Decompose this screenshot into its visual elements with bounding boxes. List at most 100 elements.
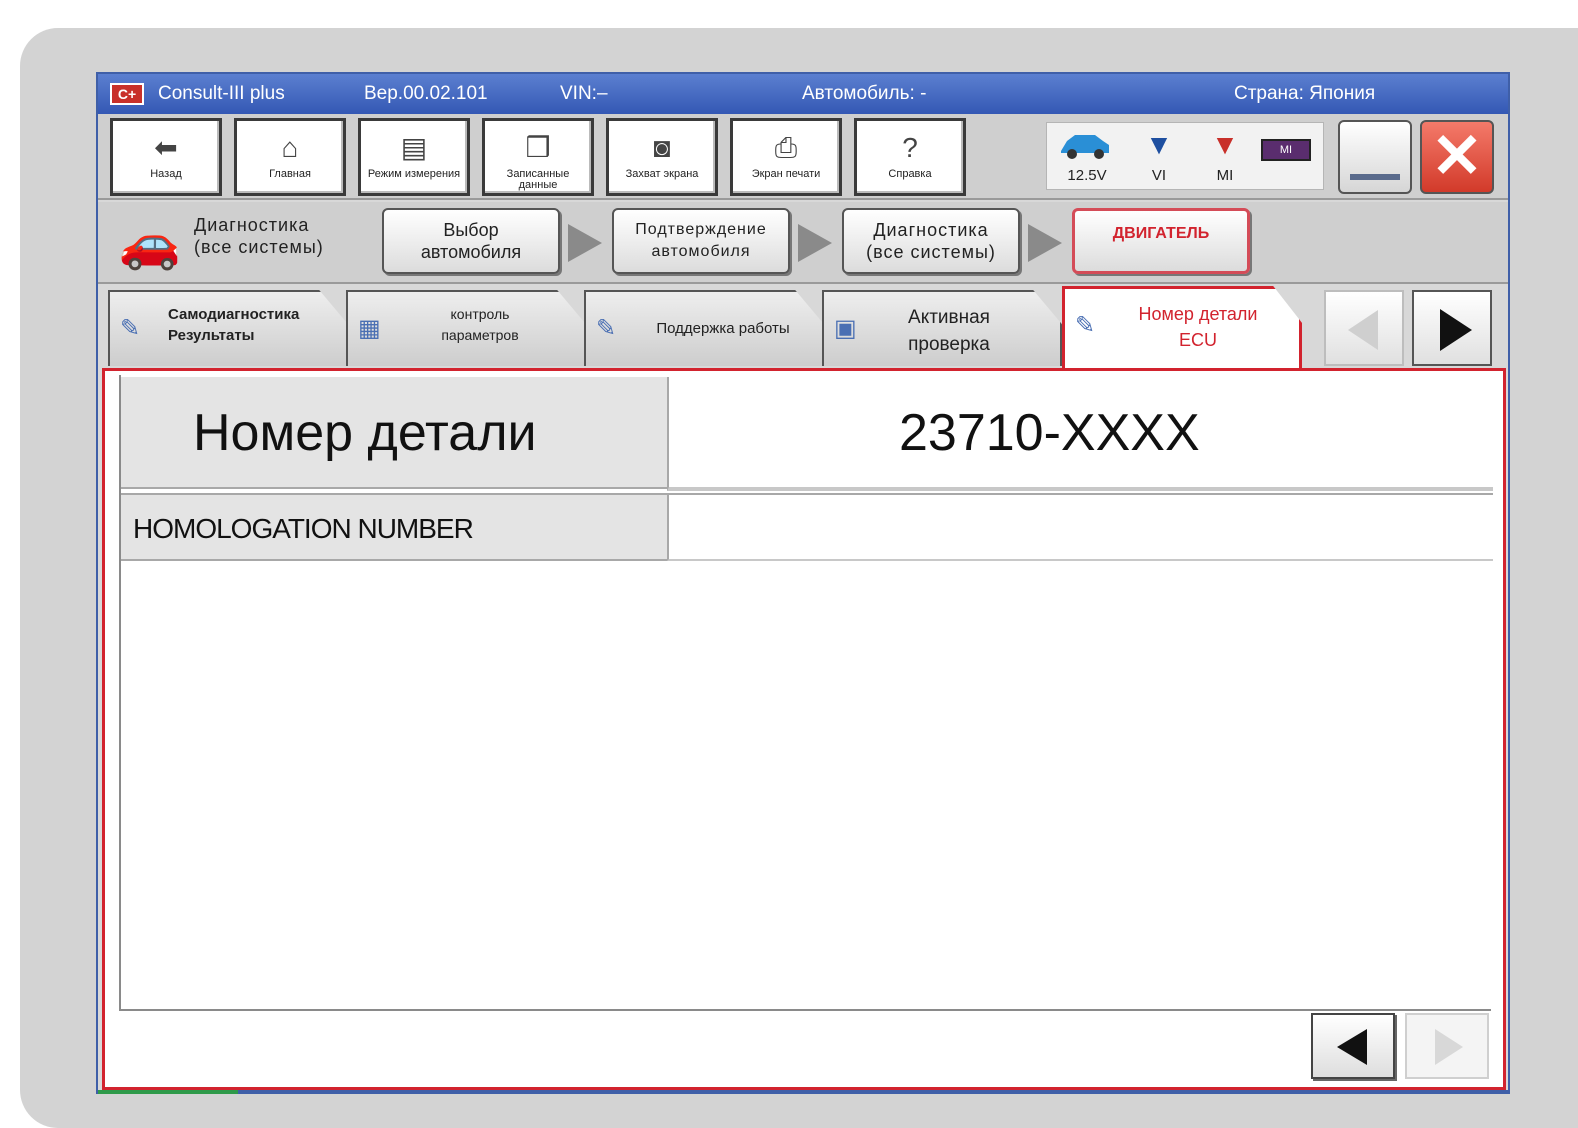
tab-active-test-label: Активная проверка [874,304,1024,358]
all-systems-line1: Диагностика [873,220,989,240]
confirm-vehicle-line1: Подтверждение [635,221,767,238]
breadcrumb-arrow-icon [1028,224,1062,262]
screen-capture-label: Захват экрана [625,168,699,180]
breadcrumb-title: Диагностика (все системы) [194,214,324,258]
minimize-icon [1350,174,1400,180]
printer-icon: ⎙ [774,132,798,163]
back-button-label: Назад [150,168,182,180]
homologation-value [667,493,1493,561]
breadcrumb-arrow-icon [568,224,602,262]
tab-data-monitor-line2: параметров [441,327,519,343]
confirm-vehicle-line2: автомобиля [651,243,751,260]
breadcrumb-title-line1: Диагностика [194,215,310,235]
status-panel: 12.5V ▼ VI ▼ MI MI [1046,122,1324,190]
bottom-status-strip [98,1090,1508,1094]
page-next-button[interactable] [1405,1013,1489,1079]
measurement-mode-label: Режим измерения [367,168,461,180]
bottom-status-indicator [98,1090,238,1094]
tab-data-monitor[interactable]: ▦ контроль параметров [346,290,586,366]
select-vehicle-button[interactable]: Выбор автомобиля [382,208,560,274]
voltage-text: 12.5V [1067,167,1107,184]
screen-capture-button[interactable]: ◙ Захват экрана [606,118,718,196]
measurement-mode-icon: ▤ [400,132,428,163]
tab-work-support-line1: Поддержка работы [656,320,790,337]
back-arrow-icon: ⬅ [154,132,178,163]
minimize-button[interactable] [1338,120,1412,194]
print-screen-button[interactable]: ⎙ Экран печати [730,118,842,196]
tab-data-monitor-line1: контроль [450,306,510,322]
technician-car-icon: 🚗 [118,215,182,271]
tab-work-support[interactable]: ✎ Поддержка работы [584,290,824,366]
tab-self-diagnosis-label: Самодиагностика Результаты [168,304,299,346]
all-systems-diagnosis-button[interactable]: Диагностика (все системы) [842,208,1020,274]
measurement-mode-button[interactable]: ▤ Режим измерения [358,118,470,196]
version-text: Вер.00.02.101 [364,83,488,104]
vehicle-text: Автомобиль: - [802,83,927,104]
self-diagnosis-icon: ✎ [120,315,141,342]
vi-label: VI [1151,167,1167,184]
tab-ecu-part-number-line2: ECU [1178,330,1217,350]
part-number-value: 23710-XXXX [667,377,1493,491]
mi-label: MI [1216,167,1234,184]
recorded-data-button[interactable]: ❒ Записанные данные [482,118,594,196]
print-screen-label: Экран печати [751,168,821,180]
chevron-right-icon [1440,309,1472,351]
close-icon: ✕ [1431,122,1483,191]
confirm-vehicle-button[interactable]: Подтверждение автомобиля [612,208,790,274]
app-logo: C+ [110,83,144,105]
select-vehicle-line2: автомобиля [420,242,522,262]
tabs-scroll-left-button[interactable] [1324,290,1404,366]
vin-text: VIN:– [560,83,608,104]
part-number-table: Номер детали 23710-XXXX HOMOLOGATION NUM… [119,375,1493,1011]
tab-active-test-line2: проверка [908,334,990,355]
work-support-icon: ✎ [596,315,617,342]
back-button[interactable]: ⬅ Назад [110,118,222,196]
app-window: C+ Consult-III plus Вер.00.02.101 VIN:– … [96,72,1510,1094]
vi-signal-icon: ▼ [1145,129,1173,160]
tab-active-test-line1: Активная [908,307,990,328]
mi-signal-icon: ▼ [1211,129,1239,160]
data-monitor-icon: ▦ [358,315,381,342]
active-test-icon: ▣ [834,315,857,342]
battery-icon: MI [1261,139,1311,161]
chevron-left-icon [1348,310,1378,350]
title-bar: C+ Consult-III plus Вер.00.02.101 VIN:– … [98,74,1508,114]
app-name: Consult-III plus [158,83,285,104]
engine-label: ДВИГАТЕЛЬ [1112,225,1210,242]
ecu-part-number-icon: ✎ [1075,312,1096,339]
engine-button[interactable]: ДВИГАТЕЛЬ [1072,208,1250,274]
tab-self-diagnosis[interactable]: ✎ Самодиагностика Результаты [108,290,348,366]
recorded-data-label: Записанные данные [506,168,570,191]
close-button[interactable]: ✕ [1420,120,1494,194]
all-systems-line2: (все системы) [866,242,996,262]
tab-ecu-part-number[interactable]: ✎ Номер детали ECU [1062,286,1302,368]
tab-bar: ✎ Самодиагностика Результаты ▦ контроль … [98,286,1508,368]
content-panel: Номер детали 23710-XXXX HOMOLOGATION NUM… [102,368,1506,1090]
car-icon [1055,127,1115,167]
chevron-right-icon [1435,1029,1463,1065]
tabs-scroll-right-button[interactable] [1412,290,1492,366]
camera-icon: ◙ [653,132,671,163]
select-vehicle-line1: Выбор [443,220,499,240]
tab-self-diagnosis-line2: Результаты [168,327,255,344]
breadcrumb: 🚗 Диагностика (все системы) Выбор автомо… [98,202,1508,284]
breadcrumb-arrow-icon [798,224,832,262]
help-button-label: Справка [888,168,932,180]
tab-active-test[interactable]: ▣ Активная проверка [822,290,1062,366]
tab-ecu-part-number-line1: Номер детали [1138,304,1258,324]
part-number-label: Номер детали [121,377,667,489]
home-button-label: Главная [269,168,311,180]
home-button[interactable]: ⌂ Главная [234,118,346,196]
tab-ecu-part-number-label: Номер детали ECU [1113,301,1283,353]
help-button[interactable]: ? Справка [854,118,966,196]
tab-work-support-label: Поддержка работы [638,318,808,339]
recorded-data-icon: ❒ [525,132,551,163]
chevron-left-icon [1337,1029,1367,1065]
help-icon: ? [902,132,918,163]
homologation-label: HOMOLOGATION NUMBER [121,493,667,561]
country-text: Страна: Япония [1234,83,1376,104]
page-prev-button[interactable] [1311,1013,1395,1079]
tab-data-monitor-label: контроль параметров [410,304,550,346]
home-icon: ⌂ [281,132,299,163]
breadcrumb-title-line2: (все системы) [194,237,324,257]
